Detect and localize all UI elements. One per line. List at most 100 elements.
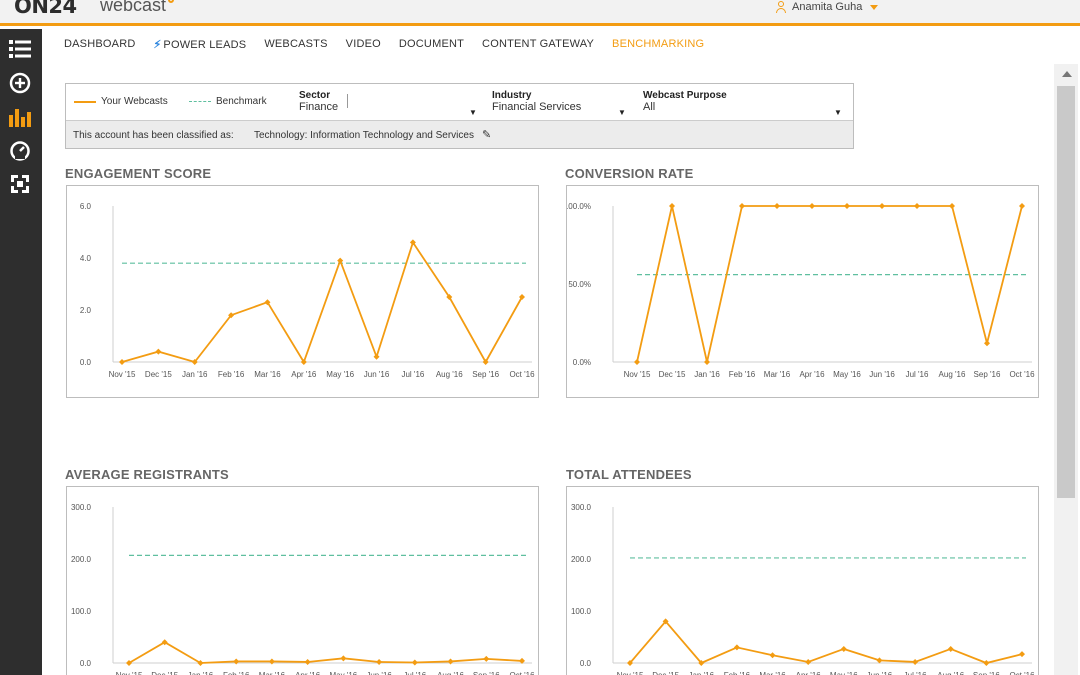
x-tick-label: Apr '16 [796,671,822,675]
x-tick-label: May '16 [329,671,357,675]
your-webcasts-line [121,240,523,365]
classified-label: This account has been classified as: [73,130,234,141]
data-point[interactable] [411,659,418,666]
data-point[interactable] [912,658,919,665]
legend-benchmark: Benchmark [216,96,267,107]
tab-content-gateway[interactable]: CONTENT GATEWAY [482,38,594,51]
data-point[interactable] [840,645,847,652]
pencil-icon[interactable]: ✎ [482,128,491,141]
data-point[interactable] [304,658,311,665]
x-tick-label: Sep '16 [974,370,1001,379]
data-point[interactable] [769,652,776,659]
data-point[interactable] [949,203,955,209]
x-tick-label: Jun '16 [364,370,390,379]
engagement-chart-svg: 0.0 2.0 4.0 6.0 Nov '15 Dec '15 Jan '16 Feb '16… [80,202,535,379]
sector-select[interactable]: Sector Finance ▼ [299,90,479,117]
data-point[interactable] [376,658,383,665]
x-tick-label: Feb '16 [218,370,245,379]
data-point[interactable] [947,645,954,652]
y-tick-label: 0.0 [80,358,92,367]
data-point[interactable] [340,655,347,662]
x-tick-label: Jan '16 [694,370,720,379]
data-point[interactable] [669,203,675,209]
tab-video[interactable]: VIDEO [346,38,381,51]
data-point[interactable] [233,658,240,665]
scroll-up-arrow-icon[interactable] [1062,71,1072,77]
your-webcasts-legend-line [74,101,96,103]
data-point[interactable] [739,203,745,209]
data-point[interactable] [805,658,812,665]
logo-dot-icon [168,0,175,3]
sector-value: Finance [299,101,339,113]
x-tick-label: Sep '16 [473,671,500,675]
list-icon[interactable] [8,37,32,61]
x-tick-label: Jan '16 [688,671,714,675]
y-tick-label: 2.0 [80,306,92,315]
x-tick-label: Nov '15 [116,671,143,675]
data-point[interactable] [914,203,920,209]
data-point[interactable] [155,348,162,355]
x-tick-label: Dec '15 [151,671,178,675]
data-point[interactable] [373,353,380,360]
data-point[interactable] [447,658,454,665]
data-point[interactable] [809,203,815,209]
engagement-chart: 0.0 2.0 4.0 6.0 Nov '15 Dec '15 Jan '16 Feb '16… [66,185,539,398]
x-tick-label: May '16 [830,671,858,675]
tab-document[interactable]: DOCUMENT [399,38,464,51]
user-icon [775,1,787,13]
data-point[interactable] [774,203,780,209]
integrations-icon[interactable] [8,172,32,196]
data-point[interactable] [483,655,490,662]
x-tick-label: Aug '16 [437,671,464,675]
benchmark-legend-line [189,101,211,102]
data-point[interactable] [268,658,275,665]
data-point[interactable] [983,660,990,666]
data-point[interactable] [879,203,885,209]
y-tick-label: 4.0 [80,254,92,263]
scrollbar-thumb[interactable] [1057,86,1075,498]
user-name: Anamita Guha [792,1,863,13]
data-point[interactable] [844,203,850,209]
data-point[interactable] [634,359,640,365]
x-tick-label: Jun '16 [366,671,392,675]
data-point[interactable] [1019,203,1025,209]
data-point[interactable] [119,359,125,365]
data-point[interactable] [984,340,990,347]
tab-dashboard[interactable]: DASHBOARD [64,38,135,51]
y-tick-label: 100.0% [567,202,591,211]
x-tick-label: Dec '15 [652,671,679,675]
your-webcasts-line [629,620,1023,665]
industry-select[interactable]: Industry Financial Services ▼ [492,90,627,117]
x-tick-label: Apr '16 [799,370,825,379]
y-tick-label: 100.0 [71,607,92,616]
add-circle-icon[interactable] [8,71,32,95]
x-tick-label: Mar '16 [254,370,281,379]
x-tick-label: Feb '16 [223,671,250,675]
data-point[interactable] [1019,651,1025,658]
webcast-purpose-value: All [643,101,656,113]
bar-chart-icon[interactable] [8,105,32,129]
x-tick-label: Mar '16 [764,370,791,379]
tab-benchmarking[interactable]: BENCHMARKING [612,38,704,51]
y-tick-label: 0.0 [80,659,92,668]
classified-value: Technology: Information Technology and S… [254,130,474,141]
chart-title-engagement: ENGAGEMENT SCORE [65,166,212,181]
data-point[interactable] [704,359,710,365]
data-point[interactable] [733,644,740,651]
x-tick-label: May '16 [326,370,354,379]
x-tick-label: Jan '16 [182,370,208,379]
logo[interactable]: ON24 [14,0,77,18]
x-tick-label: Mar '16 [259,671,286,675]
speedometer-icon[interactable] [8,139,32,163]
user-menu[interactable]: Anamita Guha [775,0,879,14]
x-tick-label: May '16 [833,370,861,379]
industry-value: Financial Services [492,101,582,113]
y-tick-label: 0.0 [580,659,592,668]
x-tick-label: Aug '16 [937,671,964,675]
x-tick-label: Oct '16 [1009,370,1035,379]
tab-webcasts[interactable]: WEBCASTS [264,38,327,51]
classification-row: This account has been classified as: Tec… [66,120,853,148]
filter-panel: Your Webcasts Benchmark Sector Finance ▼… [65,83,854,149]
tab-power-leads[interactable]: ⚡︎ POWER LEADS [153,38,246,51]
webcast-purpose-select[interactable]: Webcast Purpose All ▼ [643,90,843,117]
